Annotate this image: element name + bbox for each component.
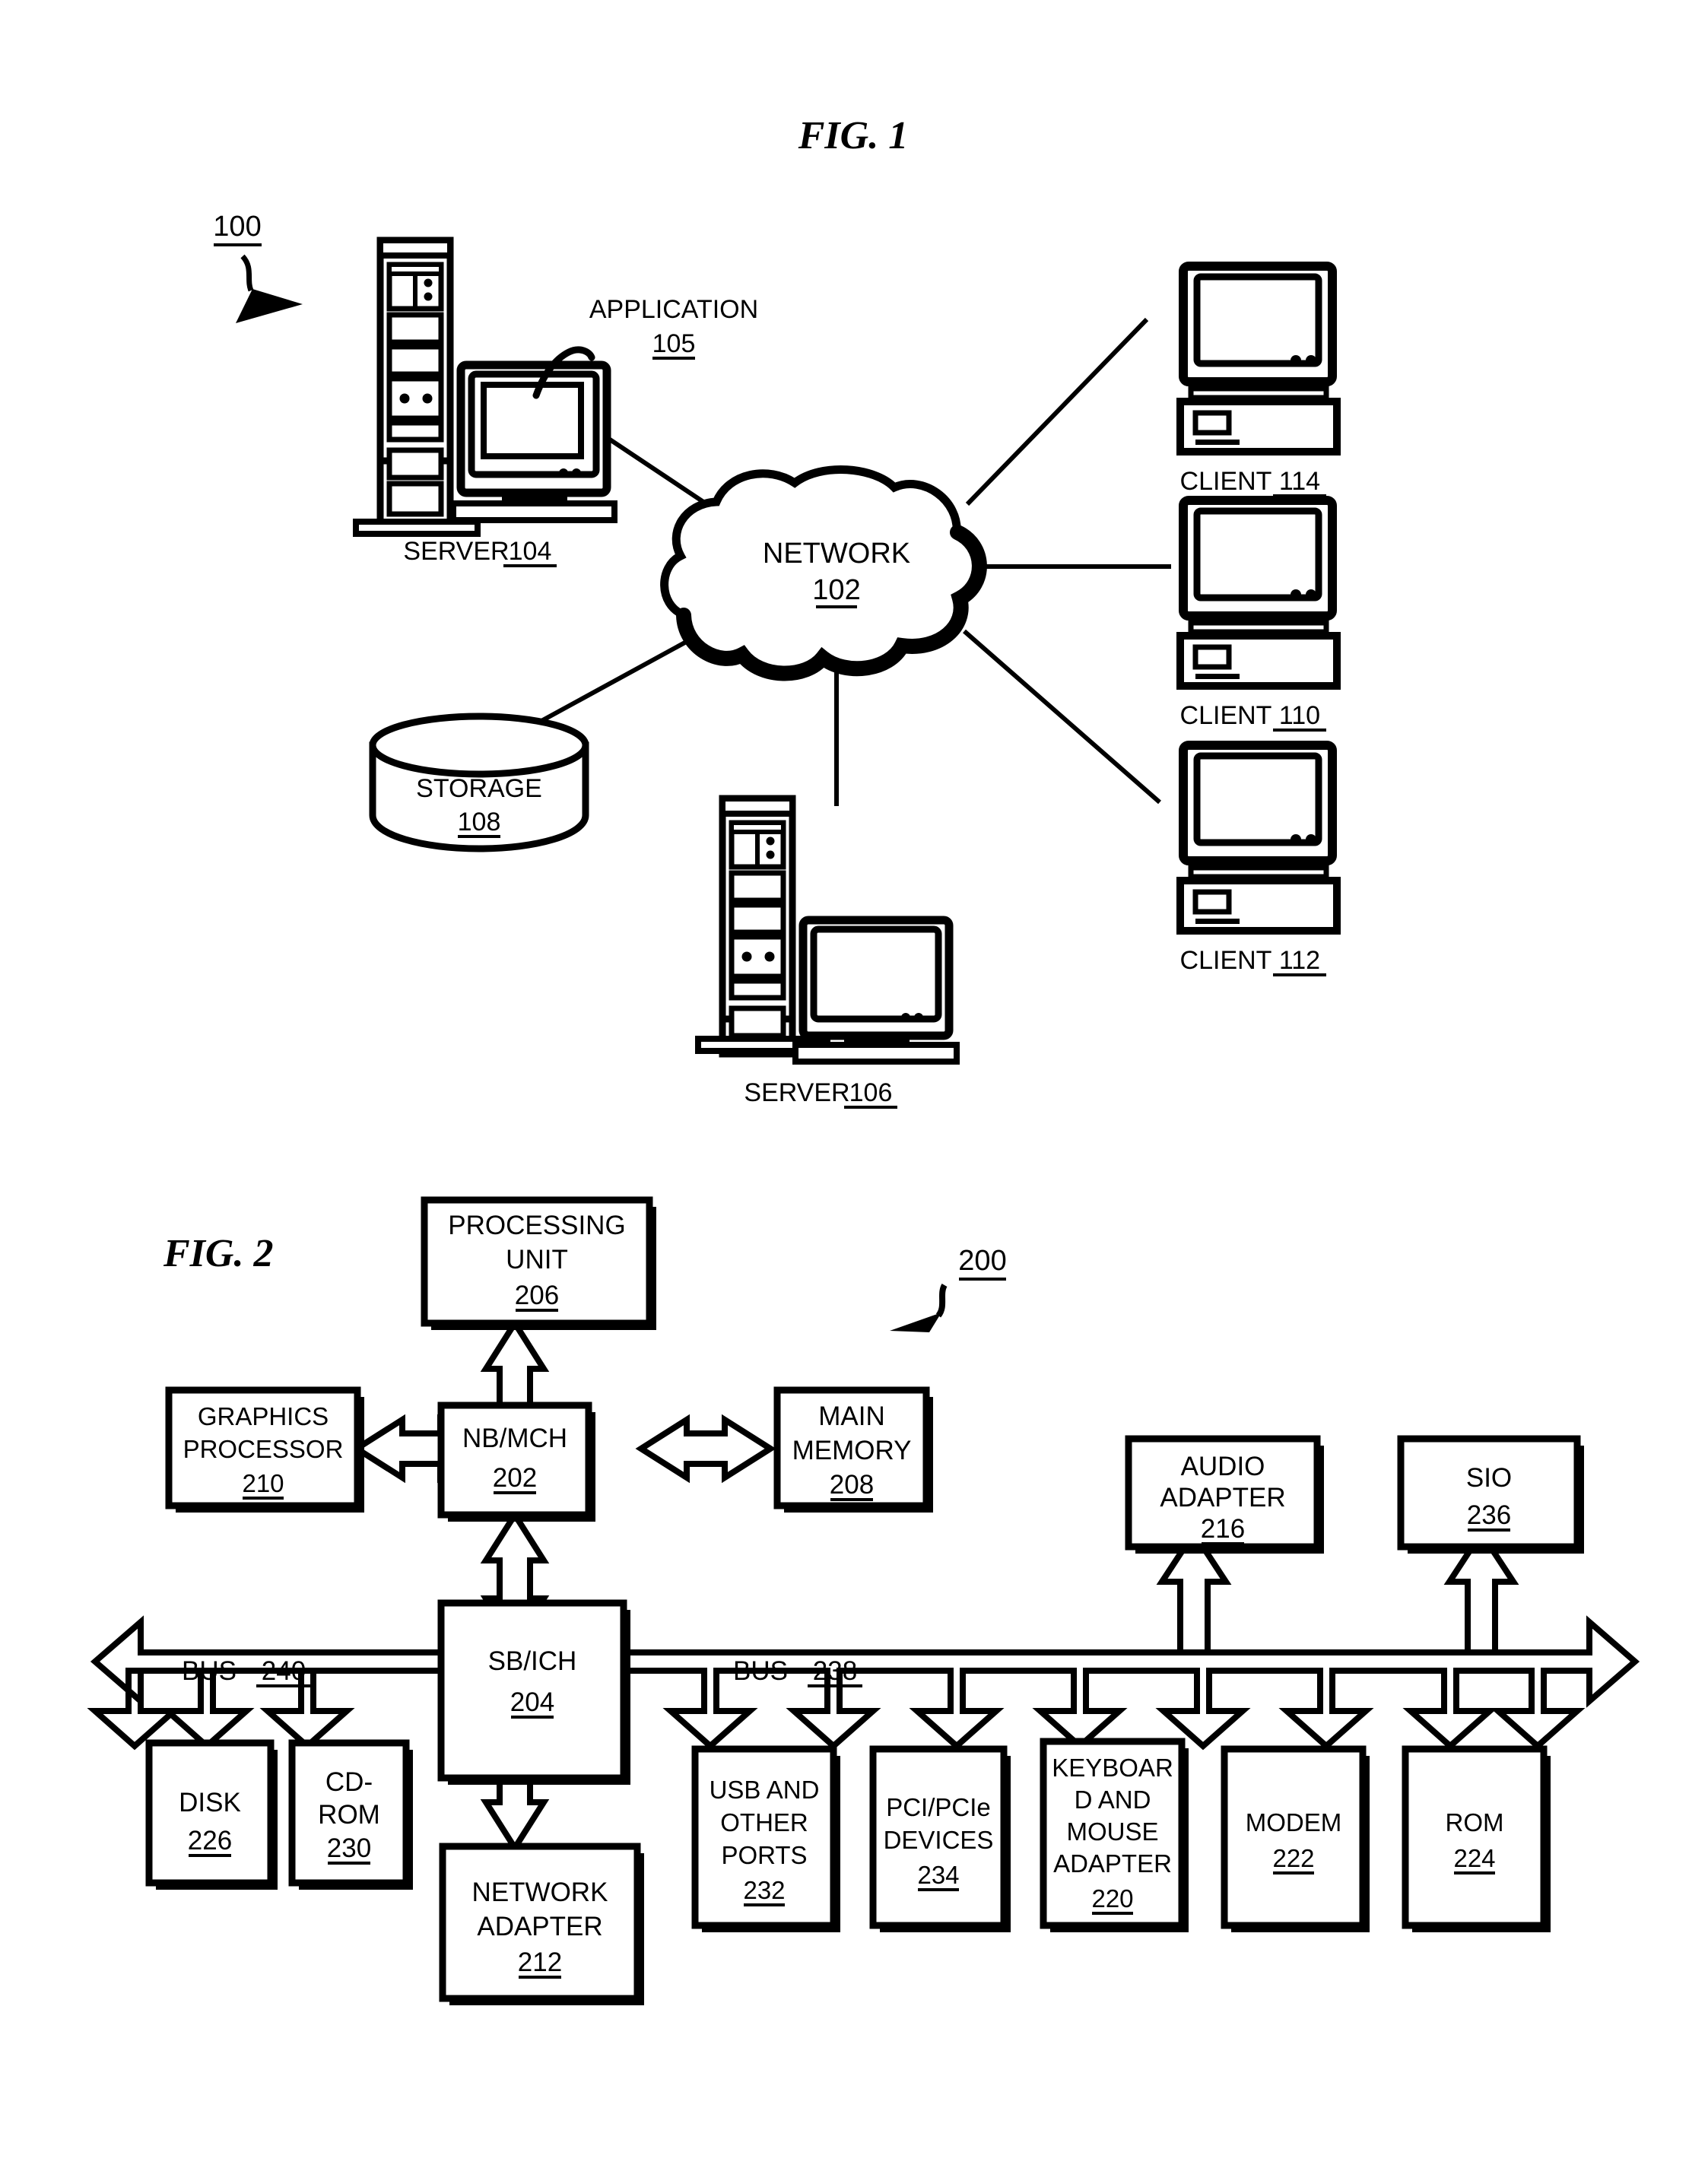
box-disk-numeral: 226 (188, 1826, 232, 1855)
box-graphics-processor-line-0: GRAPHICS (198, 1402, 329, 1430)
box-network-adapter-numeral: 212 (518, 1948, 562, 1977)
box-keyboard-mouse-adapter-numeral: 220 (1091, 1884, 1133, 1913)
box-pci-devices: PCI/PCIe DEVICES 234 (869, 1745, 1011, 1932)
fig1-ref-numeral: 100 (213, 211, 261, 243)
box-keyboard-mouse-adapter-line-0: KEYBOAR (1052, 1754, 1173, 1782)
fig2-ref-numeral: 200 (958, 1245, 1006, 1277)
box-graphics-processor: GRAPHICS PROCESSOR 210 (165, 1386, 364, 1513)
box-modem-numeral: 222 (1272, 1844, 1314, 1872)
box-nb-mch-line-0: NB/MCH (462, 1424, 567, 1453)
box-main-memory-line-1: MEMORY (792, 1436, 912, 1465)
patent-drawing-sheet: FIG. 1 100 NETWORK 102 SERVER 104 APPLIC… (0, 0, 1708, 2184)
box-cd-rom-line-1: ROM (318, 1800, 380, 1830)
box-rom: ROM 224 (1402, 1745, 1551, 1932)
client-110-computer (1176, 496, 1341, 690)
box-graphics-processor-numeral: 210 (242, 1469, 284, 1497)
storage-108-node: STORAGE 108 (369, 713, 589, 852)
box-processing-unit-line-1: UNIT (506, 1245, 568, 1275)
box-network-adapter: NETWORK ADAPTER 212 (439, 1843, 644, 2005)
box-usb-ports-numeral: 232 (743, 1876, 785, 1904)
box-usb-ports: USB AND OTHER PORTS 232 (691, 1745, 840, 1932)
box-pci-devices-numeral: 234 (917, 1861, 959, 1889)
client-114-numeral: 114 (1279, 467, 1320, 496)
box-audio-adapter-line-1: ADAPTER (1160, 1483, 1285, 1513)
server-104-label: SERVER (403, 537, 509, 566)
server-104-numeral: 104 (509, 537, 552, 566)
client-112-computer (1176, 741, 1341, 935)
box-disk: DISK 226 (145, 1739, 278, 1890)
client-114-computer (1176, 262, 1341, 456)
box-rom-numeral: 224 (1453, 1844, 1495, 1872)
storage-108-numeral: 108 (458, 808, 501, 836)
network-cloud-node: NETWORK 102 (660, 465, 987, 681)
box-keyboard-mouse-adapter-line-1: D AND (1075, 1786, 1151, 1814)
box-usb-ports-line-2: PORTS (721, 1841, 807, 1869)
box-sio: SIO 236 (1397, 1435, 1584, 1554)
box-cd-rom-line-0: CD- (325, 1767, 373, 1797)
box-network-adapter-line-0: NETWORK (472, 1878, 608, 1907)
box-network-adapter-line-1: ADAPTER (477, 1912, 602, 1941)
application-105-numeral: 105 (652, 329, 696, 358)
application-105-label: APPLICATION (589, 295, 758, 324)
server-106-numeral: 106 (849, 1078, 893, 1107)
box-audio-adapter-numeral: 216 (1201, 1514, 1245, 1544)
box-sb-ich-numeral: 204 (510, 1687, 554, 1717)
drawing-canvas: FIG. 1 100 NETWORK 102 SERVER 104 APPLIC… (0, 0, 1708, 2184)
box-keyboard-mouse-adapter-line-2: MOUSE (1066, 1817, 1158, 1846)
box-nb-mch: NB/MCH 202 (437, 1402, 595, 1522)
box-cd-rom-numeral: 230 (327, 1833, 371, 1863)
box-keyboard-mouse-adapter-line-3: ADAPTER (1053, 1849, 1172, 1878)
bus-240-numeral: 240 (262, 1656, 306, 1686)
box-sb-ich: SB/ICH 204 (437, 1599, 630, 1785)
network-numeral: 102 (812, 574, 860, 606)
box-processing-unit: PROCESSING UNIT 206 (421, 1196, 656, 1330)
storage-cylinder-top (369, 713, 589, 778)
box-sb-ich-line-0: SB/ICH (488, 1646, 577, 1676)
box-modem: MODEM 222 (1221, 1745, 1370, 1932)
box-usb-ports-line-0: USB AND (710, 1776, 820, 1804)
fig1-title: FIG. 1 (798, 114, 908, 157)
box-usb-ports-line-1: OTHER (720, 1808, 808, 1836)
box-modem-frame (1221, 1745, 1367, 1929)
box-graphics-processor-line-1: PROCESSOR (183, 1435, 344, 1463)
box-main-memory-numeral: 208 (830, 1470, 874, 1500)
box-processing-unit-numeral: 206 (515, 1281, 559, 1310)
box-processing-unit-line-0: PROCESSING (448, 1211, 625, 1240)
server-106-label: SERVER (744, 1078, 849, 1107)
client-114-label: CLIENT (1180, 467, 1272, 496)
client-112-label: CLIENT (1180, 946, 1272, 975)
bus-238-label: BUS (733, 1656, 788, 1686)
box-audio-adapter: AUDIO ADAPTER 216 (1125, 1435, 1324, 1554)
box-main-memory: MAIN MEMORY 208 (773, 1386, 933, 1513)
client-112-numeral: 112 (1279, 946, 1320, 975)
box-nb-mch-frame (437, 1402, 592, 1519)
fig2-title: FIG. 2 (163, 1232, 273, 1275)
box-pci-devices-line-1: DEVICES (884, 1826, 994, 1854)
client-110-label: CLIENT (1180, 701, 1272, 730)
box-pci-devices-line-0: PCI/PCIe (886, 1793, 991, 1821)
box-audio-adapter-line-0: AUDIO (1181, 1452, 1265, 1481)
bus-240-label: BUS (182, 1656, 237, 1686)
server-104-monitor (450, 360, 617, 523)
box-rom-line-0: ROM (1446, 1808, 1504, 1836)
storage-108-label: STORAGE (416, 774, 542, 803)
box-main-memory-line-0: MAIN (818, 1402, 885, 1431)
box-rom-frame (1402, 1745, 1548, 1929)
box-sio-line-0: SIO (1466, 1463, 1512, 1493)
box-cd-rom: CD- ROM 230 (288, 1739, 413, 1890)
box-modem-line-0: MODEM (1246, 1808, 1342, 1836)
box-keyboard-mouse-adapter: KEYBOAR D AND MOUSE ADAPTER 220 (1040, 1738, 1189, 1932)
client-110-numeral: 110 (1279, 701, 1320, 730)
box-sio-numeral: 236 (1467, 1500, 1511, 1530)
network-label: NETWORK (763, 538, 910, 570)
box-nb-mch-numeral: 202 (493, 1463, 537, 1493)
bus-238-numeral: 238 (813, 1656, 857, 1686)
box-disk-line-0: DISK (179, 1788, 241, 1817)
